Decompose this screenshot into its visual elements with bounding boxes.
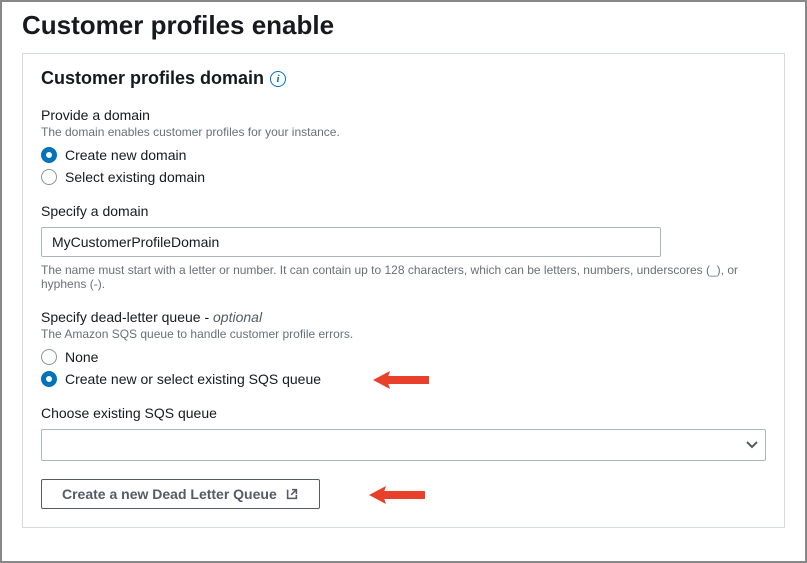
- provide-domain-label: Provide a domain: [41, 107, 766, 123]
- radio-icon-selected: [41, 147, 57, 163]
- specify-domain-label: Specify a domain: [41, 203, 766, 219]
- external-link-icon: [285, 487, 299, 501]
- specify-domain-group: Specify a domain The name must start wit…: [41, 203, 766, 291]
- radio-label: Create new domain: [65, 147, 186, 163]
- provide-domain-group: Provide a domain The domain enables cust…: [41, 107, 766, 185]
- radio-icon: [41, 169, 57, 185]
- domain-name-input[interactable]: [41, 227, 661, 257]
- page-title: Customer profiles enable: [2, 2, 805, 53]
- select-input[interactable]: [41, 429, 766, 461]
- radio-dlq-create-or-select[interactable]: Create new or select existing SQS queue: [41, 371, 321, 387]
- dlq-group: Specify dead-letter queue - optional The…: [41, 309, 766, 387]
- choose-queue-label: Choose existing SQS queue: [41, 405, 766, 421]
- radio-icon-selected: [41, 371, 57, 387]
- annotation-arrow-icon: [369, 482, 425, 508]
- radio-icon: [41, 349, 57, 365]
- info-icon[interactable]: i: [270, 71, 286, 87]
- dlq-label-main: Specify dead-letter queue: [41, 309, 201, 325]
- button-label: Create a new Dead Letter Queue: [62, 486, 277, 502]
- dlq-sublabel: The Amazon SQS queue to handle customer …: [41, 327, 766, 341]
- radio-select-existing-domain[interactable]: Select existing domain: [41, 169, 766, 185]
- radio-create-new-domain[interactable]: Create new domain: [41, 147, 766, 163]
- radio-label: Select existing domain: [65, 169, 205, 185]
- annotation-arrow-icon: [373, 367, 429, 393]
- specify-domain-help: The name must start with a letter or num…: [41, 263, 766, 291]
- dlq-label-dash: -: [201, 309, 213, 325]
- dlq-label: Specify dead-letter queue - optional: [41, 309, 766, 325]
- panel-header-title: Customer profiles domain: [41, 68, 264, 89]
- radio-label: Create new or select existing SQS queue: [65, 371, 321, 387]
- panel-header: Customer profiles domain i: [23, 54, 784, 97]
- radio-label: None: [65, 349, 98, 365]
- choose-queue-group: Choose existing SQS queue: [41, 405, 766, 461]
- choose-queue-select[interactable]: [41, 429, 766, 461]
- radio-dlq-none[interactable]: None: [41, 349, 766, 365]
- provide-domain-sublabel: The domain enables customer profiles for…: [41, 125, 766, 139]
- create-dlq-button[interactable]: Create a new Dead Letter Queue: [41, 479, 320, 509]
- customer-profiles-domain-panel: Customer profiles domain i Provide a dom…: [22, 53, 785, 528]
- dlq-label-optional: optional: [213, 309, 262, 325]
